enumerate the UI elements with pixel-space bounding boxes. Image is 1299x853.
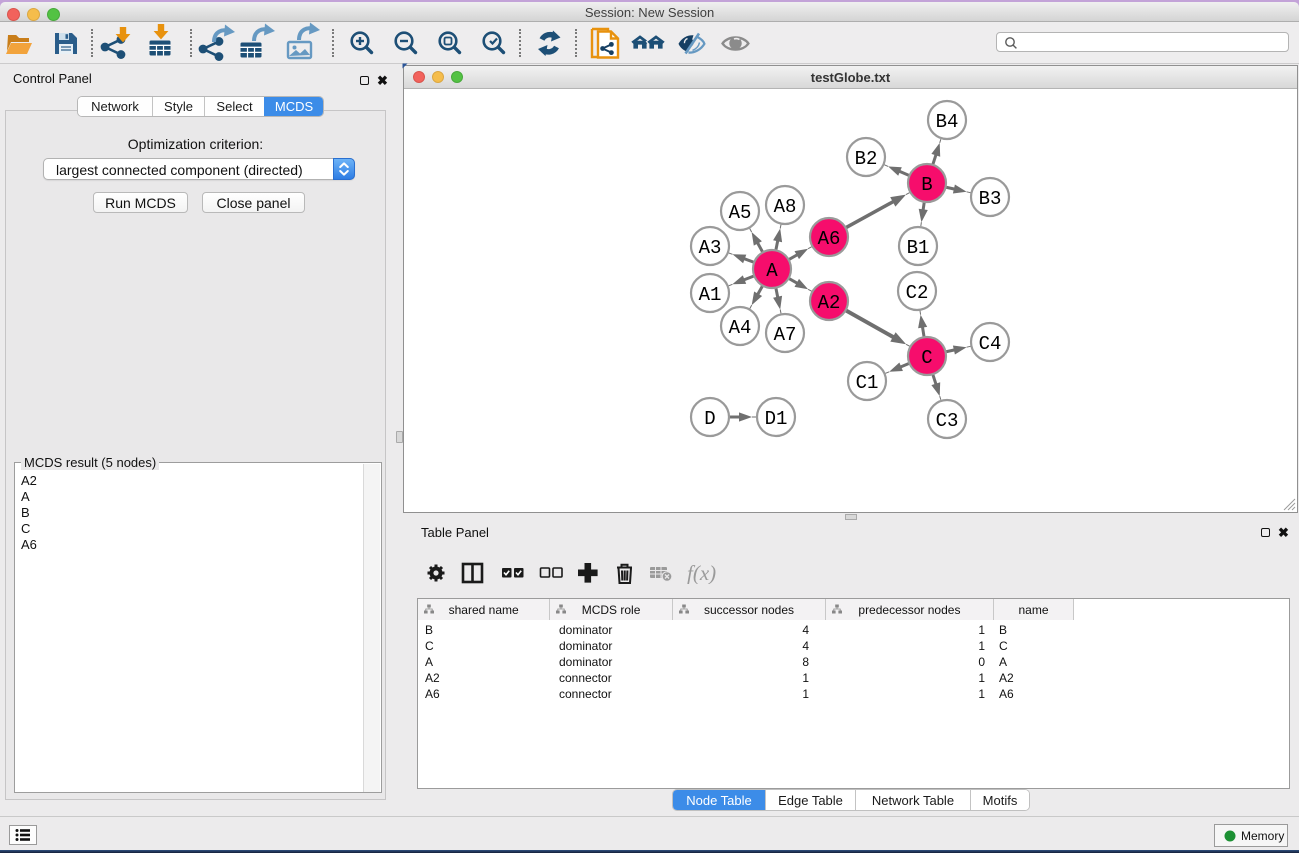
svg-text:A6: A6 — [818, 228, 841, 250]
svg-text:C: C — [921, 347, 932, 369]
svg-text:D1: D1 — [765, 408, 788, 430]
svg-text:B2: B2 — [855, 148, 878, 170]
svg-text:A3: A3 — [699, 237, 722, 259]
svg-text:C3: C3 — [936, 410, 959, 432]
svg-text:A2: A2 — [818, 292, 841, 314]
svg-text:f(x): f(x) — [687, 561, 716, 584]
svg-text:A: A — [766, 260, 778, 282]
svg-text:A1: A1 — [699, 284, 722, 306]
svg-text:A4: A4 — [729, 317, 752, 339]
svg-text:A7: A7 — [774, 324, 797, 346]
svg-text:D: D — [704, 408, 715, 430]
svg-text:A8: A8 — [774, 196, 797, 218]
svg-text:B: B — [921, 174, 932, 196]
svg-text:A5: A5 — [729, 202, 752, 224]
svg-text:B1: B1 — [907, 237, 930, 259]
svg-text:C1: C1 — [856, 372, 879, 394]
svg-text:C2: C2 — [906, 282, 929, 304]
svg-text:B4: B4 — [936, 111, 959, 133]
svg-text:B3: B3 — [979, 188, 1002, 210]
svg-text:C4: C4 — [979, 333, 1002, 355]
